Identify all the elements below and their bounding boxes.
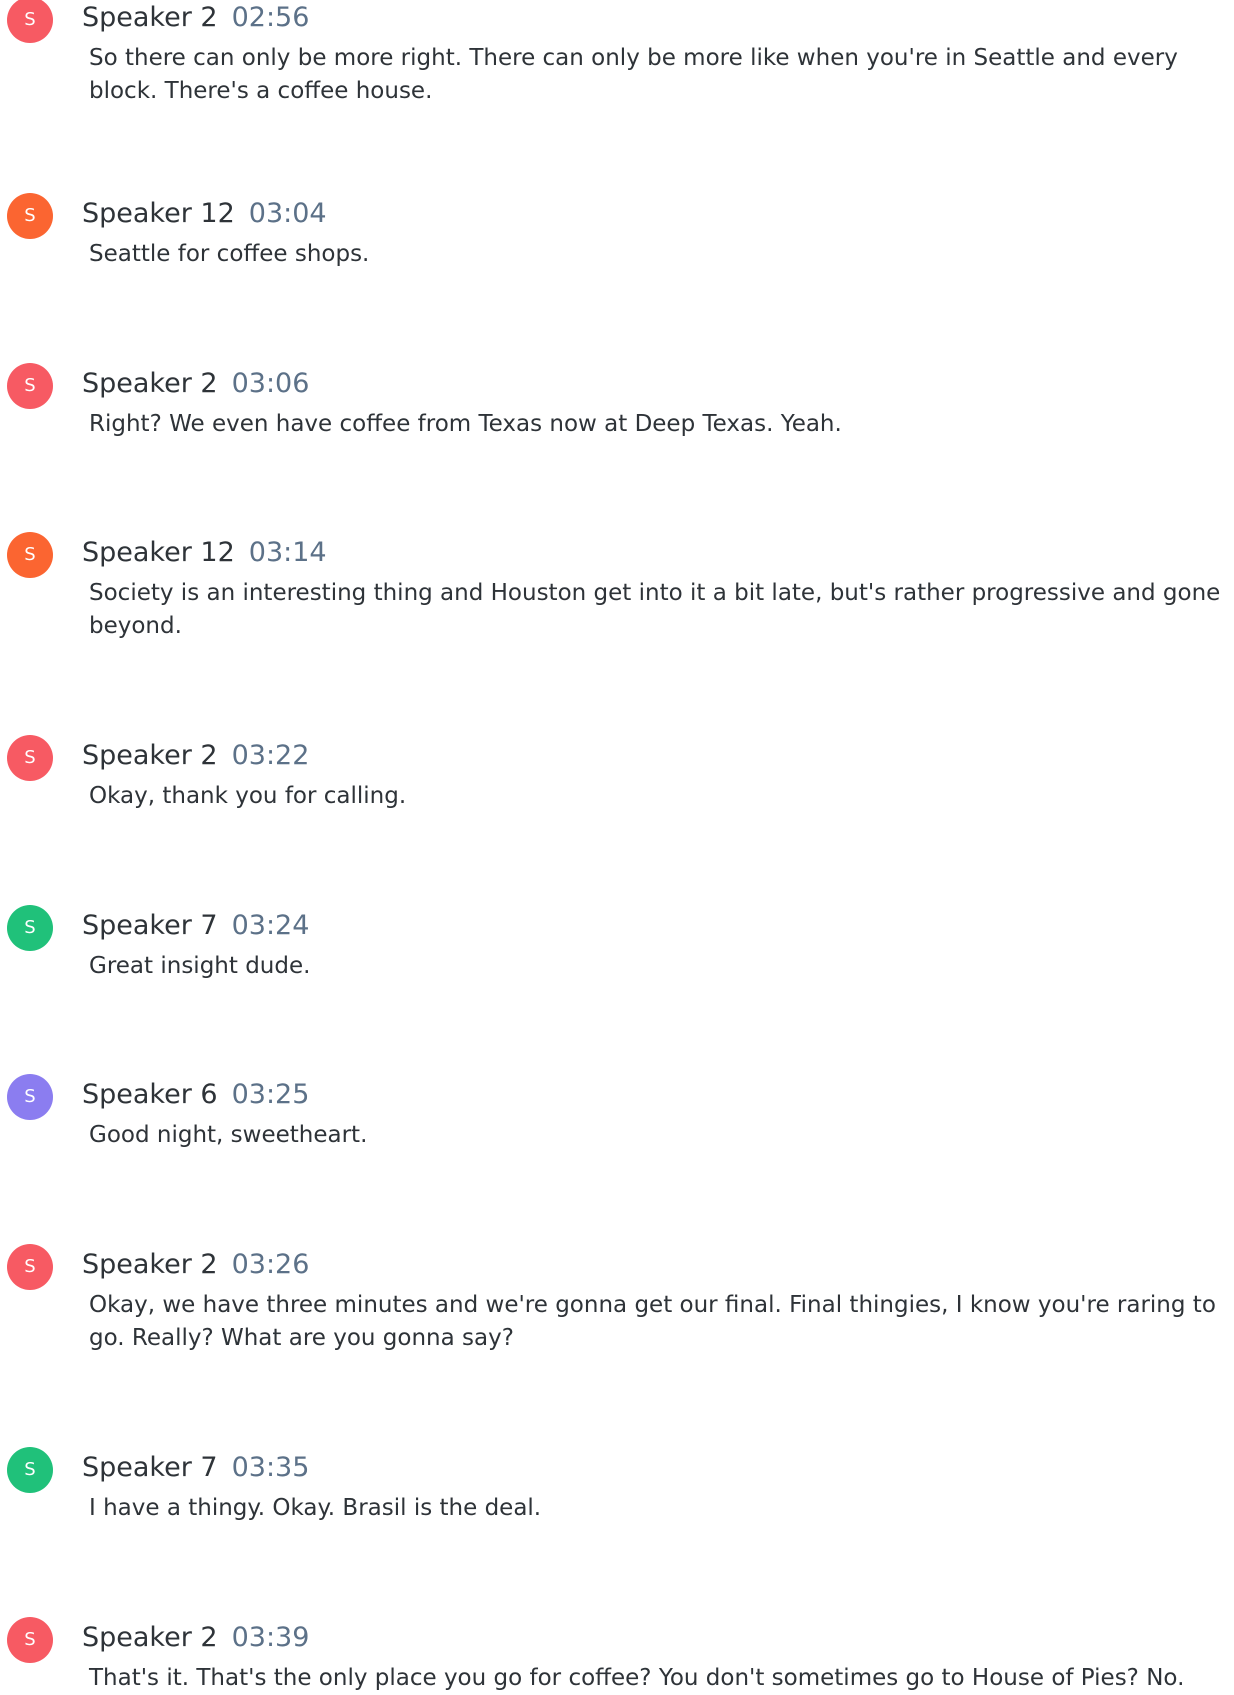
entry-header: Speaker 12 03:14 — [82, 535, 327, 571]
entry-header: Speaker 2 02:56 — [82, 0, 309, 36]
utterance-text: Good night, sweetheart. — [89, 1122, 368, 1148]
speaker-name: Speaker 2 — [82, 1622, 218, 1653]
entry-header: Speaker 6 03:25 — [82, 1077, 309, 1113]
speaker-name: Speaker 7 — [82, 1452, 218, 1483]
entry-header: Speaker 7 03:35 — [82, 1450, 309, 1486]
speaker-avatar: S — [7, 363, 53, 409]
utterance-text: Society is an interesting thing and Hous… — [89, 580, 1221, 639]
speaker-name: Speaker 7 — [82, 910, 218, 941]
timestamp[interactable]: 03:25 — [232, 1079, 310, 1110]
speaker-name: Speaker 12 — [82, 198, 235, 229]
speaker-avatar: S — [7, 735, 53, 781]
entry-header: Speaker 2 03:39 — [82, 1620, 309, 1656]
timestamp[interactable]: 03:26 — [232, 1249, 310, 1280]
timestamp[interactable]: 03:14 — [249, 537, 327, 568]
entry-header: Speaker 7 03:24 — [82, 908, 309, 944]
timestamp[interactable]: 03:39 — [232, 1622, 310, 1653]
timestamp[interactable]: 03:35 — [232, 1452, 310, 1483]
speaker-avatar: S — [7, 532, 53, 578]
utterance-text: Right? We even have coffee from Texas no… — [89, 411, 842, 437]
timestamp[interactable]: 03:04 — [249, 198, 327, 229]
speaker-name: Speaker 2 — [82, 368, 218, 399]
speaker-avatar: S — [7, 1244, 53, 1290]
utterance-text: That's it. That's the only place you go … — [89, 1665, 1185, 1691]
entry-header: Speaker 2 03:06 — [82, 366, 309, 402]
utterance-text: Okay, we have three minutes and we're go… — [89, 1292, 1216, 1351]
speaker-avatar: S — [7, 1447, 53, 1493]
timestamp[interactable]: 03:22 — [232, 740, 310, 771]
timestamp[interactable]: 03:24 — [232, 910, 310, 941]
speaker-name: Speaker 2 — [82, 740, 218, 771]
speaker-name: Speaker 12 — [82, 537, 235, 568]
utterance-text: Okay, thank you for calling. — [89, 783, 407, 809]
speaker-avatar: S — [7, 1074, 53, 1120]
speaker-avatar: S — [7, 905, 53, 951]
speaker-avatar: S — [7, 0, 53, 43]
timestamp[interactable]: 03:06 — [232, 368, 310, 399]
utterance-text: I have a thingy. Okay. Brasil is the dea… — [89, 1495, 542, 1521]
transcript: S Speaker 2 02:56 So there can only be mo… — [0, 0, 1234, 1693]
speaker-name: Speaker 6 — [82, 1079, 218, 1110]
entry-header: Speaker 2 03:22 — [82, 738, 309, 774]
speaker-name: Speaker 2 — [82, 2, 218, 33]
speaker-avatar: S — [7, 1617, 53, 1663]
speaker-avatar: S — [7, 193, 53, 239]
timestamp[interactable]: 02:56 — [232, 2, 310, 33]
speaker-name: Speaker 2 — [82, 1249, 218, 1280]
utterance-text: Great insight dude. — [89, 953, 311, 979]
utterance-text: Seattle for coffee shops. — [89, 241, 370, 267]
entry-header: Speaker 2 03:26 — [82, 1247, 309, 1283]
entry-header: Speaker 12 03:04 — [82, 196, 327, 232]
utterance-text: So there can only be more right. There c… — [89, 45, 1178, 104]
